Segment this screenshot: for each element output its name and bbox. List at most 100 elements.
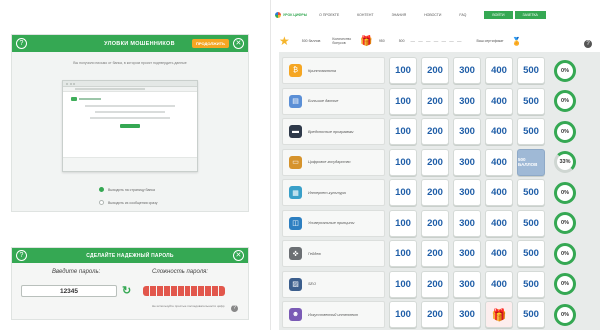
register-button[interactable]: ЗАЧЕТКА [514,11,546,19]
close-icon[interactable]: ✕ [232,250,244,261]
question-cell[interactable]: 300 [453,87,481,115]
close-icon[interactable]: ✕ [232,38,244,49]
question-cell[interactable]: 500 [517,179,545,206]
email-browser-preview [62,80,198,172]
category-label: Интернет-культура [308,190,346,195]
phishing-question: Вы получили письмо от банка, в котором п… [73,61,187,65]
question-cell[interactable]: 400 [485,179,513,206]
question-cell[interactable]: 100 [389,179,417,206]
question-cell[interactable]: 500 [517,118,545,145]
phishing-option-2[interactable]: Выходить из сообщения сразу [99,200,158,205]
question-cell[interactable]: 200 [421,301,449,328]
nav-link-knowledge[interactable]: ЗНАНИЯ [392,13,407,17]
question-cell[interactable]: 100 [389,87,417,115]
question-cell[interactable]: 200 [421,148,449,176]
category-label: Универсальные принципы [308,221,355,225]
radio-selected-icon[interactable] [99,187,104,192]
question-cell[interactable]: 🎁 [485,301,513,328]
login-button[interactable]: ВОЙТИ [484,11,513,19]
password-strength-bar [143,286,225,296]
refresh-icon[interactable]: ↻ [122,284,131,297]
question-cell[interactable]: 100 [389,301,417,328]
score-toolbar: ★ 500 баллов Количество бонусов 🎁 950 50… [275,31,597,51]
category-progress-ring: 0% [554,181,576,204]
question-cell[interactable]: 400 [485,270,513,298]
question-cell[interactable]: 400 [485,118,513,145]
nav-link-news[interactable]: НОВОСТИ [424,13,441,17]
nav-link-faq[interactable]: FAQ [459,13,466,17]
password-game-panel: ? СДЕЛАЙТЕ НАДЕЖНЫЙ ПАРОЛЬ ✕ Введите пар… [11,247,249,320]
question-cell[interactable]: 500 БАЛЛОВ [517,148,545,176]
category-progress-ring: 0% [554,120,576,143]
category-tile: ☻ Искусственный интеллект [282,301,385,328]
nav-link-content[interactable]: КОНТЕНТ [357,13,373,17]
continue-button[interactable]: ПРОДОЛЖИТЬ [191,39,229,48]
quiz-row: ▨ SEO 100 200 300 400 500 0% [282,270,576,299]
question-cell[interactable]: 500 [517,301,545,328]
question-cell[interactable]: 200 [421,179,449,206]
progress-dashes: — — — — — — — [410,38,463,44]
question-cell[interactable]: 400 [485,57,513,84]
password-header: ? СДЕЛАЙТЕ НАДЕЖНЫЙ ПАРОЛЬ ✕ [12,248,248,263]
category-tile: ₿ Криптовалюта [282,57,385,84]
nav-link-about[interactable]: О ПРОЕКТЕ [319,13,339,17]
question-cell[interactable]: 200 [421,87,449,115]
question-cell[interactable]: 100 [389,209,417,237]
gift-icon: 🎁 [360,35,373,47]
question-cell[interactable]: 200 [421,270,449,298]
phishing-header: ? УЛОВКИ МОШЕННИКОВ ПРОДОЛЖИТЬ ✕ [12,35,248,52]
question-cell[interactable]: 200 [421,209,449,237]
question-cell[interactable]: 300 [453,57,481,84]
option-label: Выходить на страницу банка [108,187,155,192]
question-cell[interactable]: 500 [517,57,545,84]
info-icon[interactable]: ? [231,305,238,312]
quiz-board: УРОК ЦИФРЫ О ПРОЕКТЕ КОНТЕНТ ЗНАНИЯ НОВО… [270,0,600,330]
question-cell[interactable]: 400 [485,240,513,267]
question-cell[interactable]: 100 [389,240,417,267]
question-cell[interactable]: 300 [453,240,481,267]
question-cell[interactable]: 300 [453,179,481,206]
question-cell[interactable]: 400 [485,209,513,237]
question-cell[interactable]: 400 [485,148,513,176]
question-cell[interactable]: 500 [517,209,545,237]
question-cell[interactable]: 100 [389,148,417,176]
category-progress-ring: 0% [554,59,576,82]
progress-value: 500 [398,39,405,43]
help-button[interactable]: ? [16,38,27,49]
site-logo[interactable]: УРОК ЦИФРЫ [275,12,307,18]
category-label: SEO [308,282,317,286]
gamepad-icon: ✜ [289,247,302,260]
certificate-icon[interactable]: 🏅 [512,37,522,46]
password-input[interactable]: 12345 [21,285,117,297]
phishing-option-1[interactable]: Выходить на страницу банка [99,187,155,192]
question-cell[interactable]: 300 [453,118,481,145]
question-cell[interactable]: 200 [421,118,449,145]
category-label: Цифровое государство [308,160,351,164]
question-cell[interactable]: 500 [517,87,545,115]
question-cell[interactable]: 100 [389,118,417,145]
help-icon[interactable]: ? [584,40,592,48]
category-tile: ▦ Интернет-культура [282,179,385,206]
quiz-row: ☻ Искусственный интеллект 100 200 300 🎁 500 0% [282,300,576,329]
bonus-label: Количество бонусов [332,37,352,45]
question-cell[interactable]: 500 [517,270,545,298]
question-cell[interactable]: 200 [421,240,449,267]
question-cell[interactable]: 500 [517,240,545,267]
radio-icon[interactable] [99,200,104,205]
question-cell[interactable]: 200 [421,57,449,84]
text-line [95,111,165,113]
quiz-row: ▦ Интернет-культура 100 200 300 400 500 0% [282,178,576,207]
category-tile: ▨ SEO [282,270,385,298]
password-title: СДЕЛАЙТЕ НАДЕЖНЫЙ ПАРОЛЬ [86,252,174,259]
question-cell[interactable]: 300 [453,148,481,176]
help-button[interactable]: ? [16,250,27,261]
question-cell[interactable]: 300 [453,209,481,237]
category-tile: ▬ Вредоносные программы [282,118,385,145]
question-cell[interactable]: 300 [453,301,481,328]
question-cell[interactable]: 100 [389,270,417,298]
certificate-link[interactable]: Ваш сертификат [477,39,504,43]
laptop-icon: ▬ [289,125,302,138]
question-cell[interactable]: 300 [453,270,481,298]
question-cell[interactable]: 400 [485,87,513,115]
question-cell[interactable]: 100 [389,57,417,84]
